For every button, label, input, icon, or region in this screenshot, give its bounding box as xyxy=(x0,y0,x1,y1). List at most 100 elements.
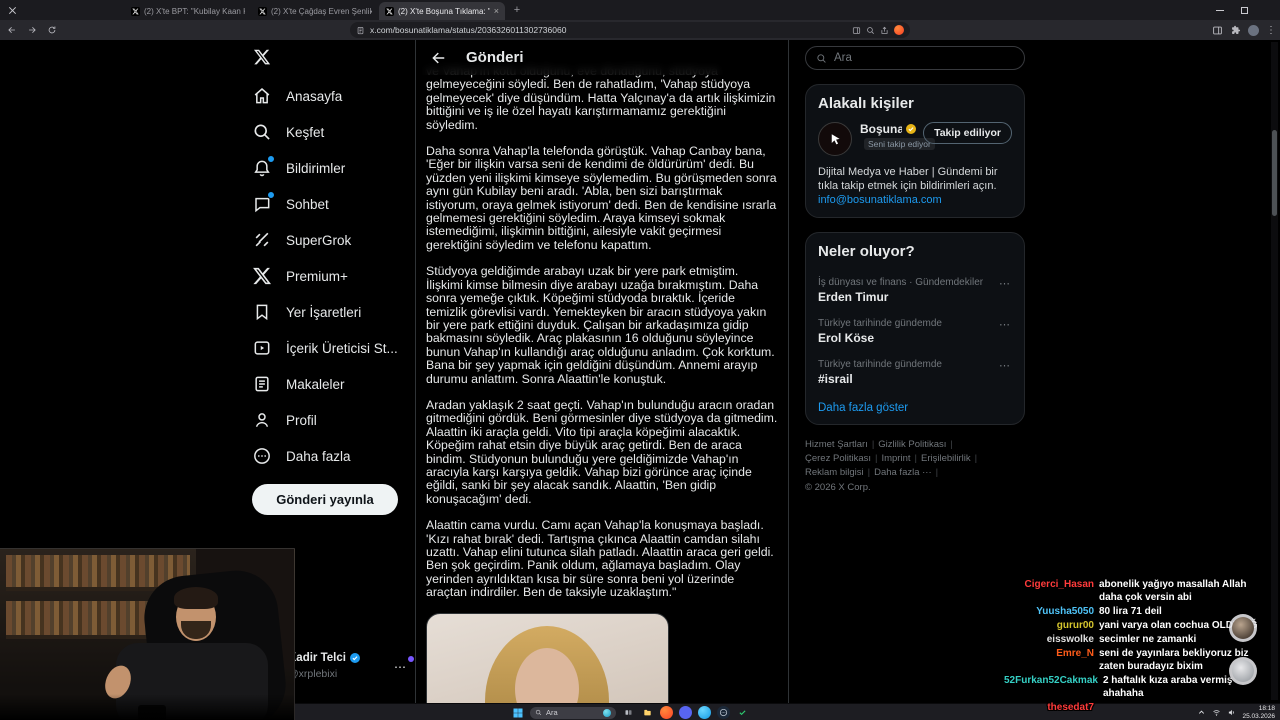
trend-category: Türkiye tarihinde gündemde xyxy=(818,318,942,329)
person-icon xyxy=(252,410,272,430)
x-logo[interactable] xyxy=(253,48,271,66)
page-scrollbar[interactable] xyxy=(1271,42,1278,700)
show-more-link[interactable]: Daha fazla göster xyxy=(818,402,1012,414)
tab-close-icon[interactable]: × xyxy=(494,6,499,16)
steam-icon[interactable] xyxy=(717,706,730,719)
chat-username: Emre_N xyxy=(1056,648,1094,659)
sidebar-item-sohbet[interactable]: Sohbet xyxy=(246,186,406,222)
forward-button[interactable] xyxy=(24,22,40,38)
taskbar-search[interactable]: Ara xyxy=(530,706,616,719)
post-paragraph: Alaattin cama vurdu. Camı açan Vahap'la … xyxy=(426,518,774,600)
post-paragraph: Aradan yaklaşık 2 saat geçti. Vahap'ın b… xyxy=(426,397,778,506)
chat-username: thesedat7 xyxy=(1047,702,1094,713)
relevant-user-names: Boşuna Tıkla... @bosunatiklama Seni taki… xyxy=(860,122,935,150)
discord-icon[interactable] xyxy=(679,706,692,719)
account-names: Kadir Telci @xrplebixi xyxy=(288,652,361,682)
browser-tab-3-active[interactable]: (2) X'te Boşuna Tıklama: "Tutukl × xyxy=(379,2,505,20)
telegram-icon[interactable] xyxy=(698,706,711,719)
sidebar-item-bildirimler[interactable]: Bildirimler xyxy=(246,150,406,186)
post-header: Gönderi xyxy=(416,40,788,75)
trend-item[interactable]: İş dünyası ve finans · Gündemdekiler Erd… xyxy=(818,270,1012,311)
chat-username: eisswolke xyxy=(1046,634,1094,645)
account-more-icon[interactable]: ⋯ xyxy=(394,656,414,674)
window-maximize-button[interactable] xyxy=(1232,0,1256,20)
search-input[interactable]: Ara xyxy=(805,46,1025,70)
footer-link[interactable]: Hizmet Şartları xyxy=(805,438,874,452)
chat-message: eisswolke secimler ne zamanki xyxy=(1004,633,1266,646)
trend-options-icon[interactable]: ⋯ xyxy=(999,277,1010,290)
streamer-hair-shape xyxy=(174,587,218,609)
copyright: © 2026 X Corp. xyxy=(805,482,871,493)
page-info-icon[interactable] xyxy=(356,26,365,35)
trend-options-icon[interactable]: ⋯ xyxy=(999,359,1010,372)
home-icon xyxy=(252,86,272,106)
start-button-icon[interactable] xyxy=(512,707,524,719)
overlay-widget-2[interactable] xyxy=(1229,657,1257,685)
relevant-user-row[interactable]: Boşuna Tıkla... @bosunatiklama Seni taki… xyxy=(818,122,1012,156)
extensions-puzzle-icon[interactable] xyxy=(1230,25,1241,36)
check-app-icon[interactable] xyxy=(736,706,749,719)
reader-mode-icon[interactable] xyxy=(852,26,861,35)
sidebar-item-profil[interactable]: Profil xyxy=(246,402,406,438)
footer-link[interactable]: Çerez Politikası xyxy=(805,452,877,466)
sidebar-item-makaleler[interactable]: Makaleler xyxy=(246,366,406,402)
trend-topic: Erol Köse xyxy=(818,331,875,345)
user-bio: Dijital Medya ve Haber | Gündemi bir tık… xyxy=(818,166,998,206)
chat-message: Emre_N seni de yayınlara bekliyoruz biz … xyxy=(1004,647,1266,673)
verified-badge-icon xyxy=(349,652,361,664)
sidebar-item-supergrok[interactable]: SuperGrok xyxy=(246,222,406,258)
browser-menu-icon[interactable]: ⋮ xyxy=(1266,25,1276,36)
chat-username: Cigerci_Hasan xyxy=(1024,579,1094,590)
footer-link[interactable]: Erişilebilirlik xyxy=(921,452,977,466)
reload-button[interactable] xyxy=(44,22,60,38)
footer-link[interactable]: Imprint xyxy=(881,452,917,466)
trend-item[interactable]: Türkiye tarihinde gündemde Erol Köse ⋯ xyxy=(818,311,1012,352)
brave-shield-icon[interactable] xyxy=(894,25,904,35)
task-view-icon[interactable] xyxy=(622,706,635,719)
sidebar-item-icerik-ureticisi[interactable]: İçerik Üreticisi St... xyxy=(246,330,406,366)
footer-link[interactable]: Gizlilik Politikası xyxy=(878,438,953,452)
sidebar-toggle-icon[interactable] xyxy=(1212,25,1223,36)
sidebar-item-kesfet[interactable]: Keşfet xyxy=(246,114,406,150)
search-icon xyxy=(816,53,827,64)
whats-happening-card: Neler oluyor? İş dünyası ve finans · Gün… xyxy=(805,232,1025,425)
user-name: Boşuna Tıkla... xyxy=(860,122,903,136)
back-arrow-icon[interactable] xyxy=(430,49,448,67)
back-button[interactable] xyxy=(4,22,20,38)
zoom-icon[interactable] xyxy=(866,26,875,35)
sidebar-item-yer-isaretleri[interactable]: Yer İşaretleri xyxy=(246,294,406,330)
window-minimize-button[interactable] xyxy=(1208,0,1232,20)
trend-item[interactable]: Türkiye tarihinde gündemde #israil ⋯ xyxy=(818,352,1012,393)
trend-category: Türkiye tarihinde gündemde xyxy=(818,359,942,370)
brave-icon[interactable] xyxy=(660,706,673,719)
profile-avatar[interactable] xyxy=(1248,24,1259,36)
post-image[interactable] xyxy=(426,612,669,703)
x-right-sidebar: Ara Alakalı kişiler Boşuna Tıkla... @bos… xyxy=(805,46,1025,495)
card-title: Neler oluyor? xyxy=(818,243,915,260)
share-icon[interactable] xyxy=(880,26,889,35)
x-favicon xyxy=(258,6,267,16)
trend-options-icon[interactable]: ⋯ xyxy=(999,318,1010,331)
bosuna-tiklama-avatar[interactable] xyxy=(818,122,852,156)
file-explorer-icon[interactable] xyxy=(641,706,654,719)
message-badge xyxy=(267,191,275,199)
new-tab-button[interactable]: + xyxy=(510,4,524,18)
footer-link[interactable]: Daha fazla ··· xyxy=(874,466,938,480)
window-close-button[interactable] xyxy=(0,0,24,20)
account-handle: @xrplebixi xyxy=(288,668,338,680)
post-button[interactable]: Gönderi yayınla xyxy=(252,484,398,515)
browser-tab-2[interactable]: (2) X'te Çağdaş Evren Şenlik: "#SON xyxy=(252,2,378,20)
overlay-widget-1[interactable] xyxy=(1229,614,1257,642)
following-button[interactable]: Takip ediliyor xyxy=(923,122,1012,144)
url-bar[interactable]: x.com/bosunatiklama/status/2036326011302… xyxy=(350,22,910,38)
footer-link[interactable]: Reklam bilgisi xyxy=(805,466,870,480)
webcam-overlay xyxy=(0,548,295,720)
sidebar-item-anasayfa[interactable]: Anasayfa xyxy=(246,78,406,114)
bio-email-link[interactable]: info@bosunatiklama.com xyxy=(818,194,942,206)
x-footer-links: Hizmet Şartları Gizlilik Politikası Çere… xyxy=(805,438,1025,495)
sidebar-item-daha-fazla[interactable]: Daha fazla xyxy=(246,438,406,474)
x-premium-icon xyxy=(252,266,272,286)
sidebar-item-premium[interactable]: Premium+ xyxy=(246,258,406,294)
scrollbar-thumb[interactable] xyxy=(1272,130,1277,216)
browser-tab-1[interactable]: (2) X'te BPT: "Kubilay Kaan Kundakç xyxy=(125,2,251,20)
